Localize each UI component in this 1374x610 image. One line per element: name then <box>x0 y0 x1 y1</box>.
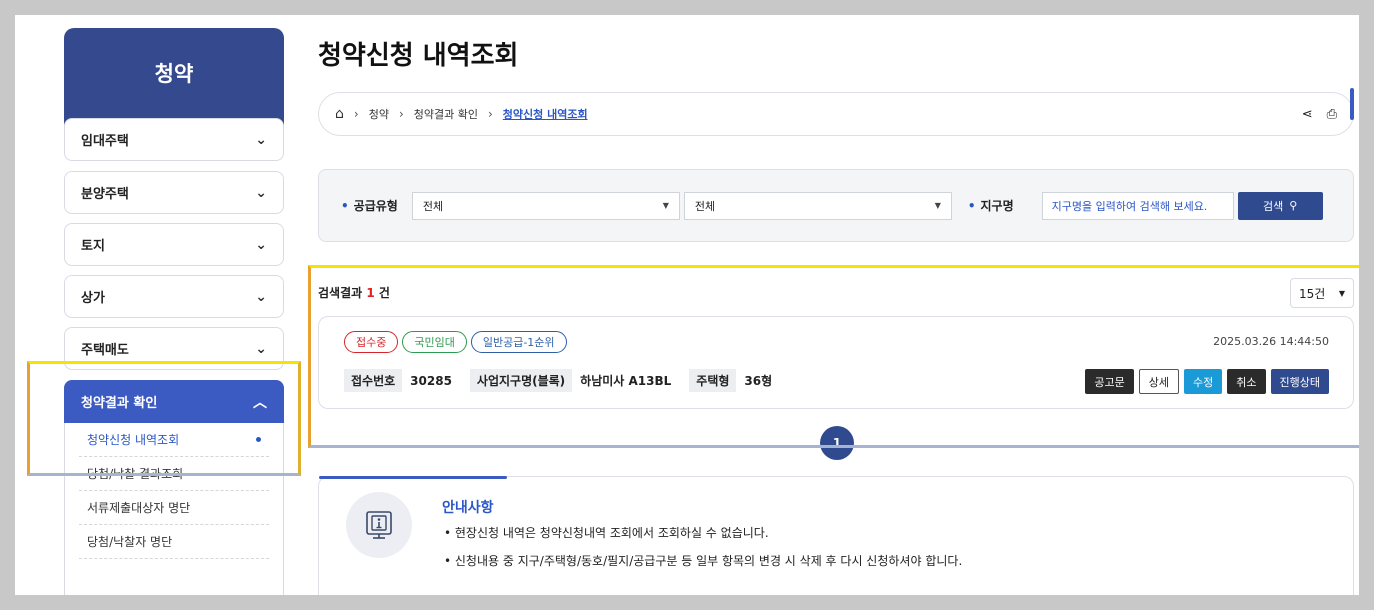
sidebar-item-label: 분양주택 <box>81 187 129 202</box>
submenu-item-winner-list[interactable]: 당첨/낙찰자 명단 <box>79 525 269 559</box>
breadcrumb-item[interactable]: 청약결과 확인 <box>414 106 478 122</box>
field-label: 접수번호 <box>344 369 403 392</box>
chevron-right-icon: › <box>487 107 493 121</box>
submenu-item-label: 서류제출대상자 명단 <box>87 501 191 515</box>
sidebar-item-commercial[interactable]: 상가 ⌄ <box>64 275 284 318</box>
dropdown-arrow-icon: ▼ <box>662 201 669 210</box>
home-icon[interactable]: ⌂ <box>335 106 344 122</box>
page-frame: 청약 임대주택 ⌄ 분양주택 ⌄ 토지 ⌄ 상가 ⌄ 주택매도 ⌄ 청약결과 확… <box>15 15 1359 595</box>
chevron-down-icon: ⌄ <box>255 288 267 305</box>
submenu-item-label: 당첨/낙찰자 명단 <box>87 535 173 549</box>
chevron-down-icon: ⌄ <box>255 131 267 148</box>
submenu-item-winning-results[interactable]: 당첨/낙찰 결과조회 <box>79 457 269 491</box>
field-label: 주택형 <box>689 369 737 392</box>
type-badge: 국민임대 <box>402 331 467 353</box>
search-filter: • 공급유형 전체 ▼ 전체 ▼ • 지구명 지구명을 입력하여 검색해 보세요. … <box>318 169 1354 242</box>
notice-title: 안내사항 <box>442 500 494 516</box>
per-page-select[interactable]: 15건 ▼ <box>1290 278 1354 308</box>
supply-type-label: • 공급유형 <box>341 198 398 214</box>
side-tab-indicator <box>1350 88 1354 120</box>
sidebar-item-label: 토지 <box>81 239 105 254</box>
sidebar-title: 청약 <box>64 28 284 128</box>
supply-subtype-select[interactable]: 전체 ▼ <box>683 191 952 220</box>
info-kiosk-icon <box>346 492 412 558</box>
timestamp: 2025.03.26 14:44:50 <box>1213 335 1329 348</box>
chevron-down-icon: ⌄ <box>255 236 267 253</box>
sidebar-item-label: 상가 <box>81 291 105 306</box>
print-icon[interactable]: ⎙ <box>1327 107 1337 122</box>
breadcrumb-current[interactable]: 청약신청 내역조회 <box>503 106 588 122</box>
progress-status-button[interactable]: 진행상태 <box>1270 369 1329 394</box>
sidebar-item-housing-sale[interactable]: 주택매도 ⌄ <box>64 327 284 370</box>
field-value: 36형 <box>744 374 773 388</box>
chevron-down-icon: ⌄ <box>255 184 267 201</box>
sidebar-item-land[interactable]: 토지 ⌄ <box>64 223 284 266</box>
result-label: 검색결과 <box>318 286 363 300</box>
field-value: 30285 <box>410 373 452 388</box>
page-title: 청약신청 내역조회 <box>318 41 519 71</box>
chevron-right-icon: › <box>398 107 404 121</box>
supply-type-select[interactable]: 전체 ▼ <box>411 191 680 220</box>
status-badge: 접수중 <box>344 331 399 353</box>
sidebar-item-label: 청약결과 확인 <box>81 396 158 411</box>
submenu-item-label: 당첨/낙찰 결과조회 <box>87 467 184 481</box>
field-label: 사업지구명(블록) <box>469 369 573 392</box>
dropdown-arrow-icon: ▼ <box>934 201 941 210</box>
notice-box: 안내사항 • 현장신청 내역은 청약신청내역 조회에서 조회하실 수 없습니다.… <box>318 476 1354 595</box>
notice-line: • 현장신청 내역은 청약신청내역 조회에서 조회하실 수 없습니다. <box>444 526 769 540</box>
application-card: 접수중 국민임대 일반공급-1순위 2025.03.26 14:44:50 접수… <box>318 316 1354 409</box>
district-search-input[interactable]: 지구명을 입력하여 검색해 보세요. <box>1041 191 1234 220</box>
sidebar-submenu: 청약신청 내역조회 당첨/낙찰 결과조회 서류제출대상자 명단 당첨/낙찰자 명… <box>64 423 284 595</box>
breadcrumb: ⌂ › 청약 › 청약결과 확인 › 청약신청 내역조회 ⋖ ⎙ <box>318 92 1354 136</box>
field-value: 하남미사 A13BL <box>580 374 672 388</box>
dropdown-arrow-icon: ▼ <box>1338 288 1345 298</box>
select-value: 전체 <box>694 199 716 213</box>
sidebar-item-rental-housing[interactable]: 임대주택 ⌄ <box>64 118 284 161</box>
result-number: 1 <box>366 286 375 300</box>
submenu-item-label: 청약신청 내역조회 <box>87 433 180 447</box>
sidebar-item-label: 임대주택 <box>81 134 129 149</box>
notice-doc-button[interactable]: 공고문 <box>1085 369 1134 394</box>
supply-badge: 일반공급-1순위 <box>470 331 567 353</box>
breadcrumb-item[interactable]: 청약 <box>369 106 389 122</box>
search-button[interactable]: 검색 ⚲ <box>1237 191 1323 220</box>
detail-button[interactable]: 상세 <box>1138 369 1180 394</box>
result-count: 검색결과 1 건 <box>318 284 390 301</box>
submenu-item-application-history[interactable]: 청약신청 내역조회 <box>79 423 269 457</box>
cancel-button[interactable]: 취소 <box>1227 369 1266 394</box>
search-icon: ⚲ <box>1289 199 1298 212</box>
card-info-row: 접수번호 30285 사업지구명(블록) 하남미사 A13BL 주택형 36형 <box>344 369 790 392</box>
submenu-item-document-list[interactable]: 서류제출대상자 명단 <box>79 491 269 525</box>
notice-line: • 신청내용 중 지구/주택형/동호/필지/공급구분 등 일부 항목의 변경 시… <box>444 554 963 568</box>
search-button-label: 검색 <box>1262 199 1284 213</box>
sidebar-item-sale-housing[interactable]: 분양주택 ⌄ <box>64 171 284 214</box>
sidebar-item-label: 주택매도 <box>81 343 129 358</box>
select-value: 전체 <box>422 199 444 213</box>
per-page-value: 15건 <box>1299 286 1326 301</box>
active-dot-icon <box>256 437 261 442</box>
district-label: • 지구명 <box>967 198 1014 214</box>
share-icon[interactable]: ⋖ <box>1302 107 1313 122</box>
notice-accent-bar <box>319 476 507 479</box>
sidebar-item-result-check[interactable]: 청약결과 확인 ︿ <box>64 380 284 423</box>
result-unit: 건 <box>378 286 390 300</box>
search-placeholder: 지구명을 입력하여 검색해 보세요. <box>1051 199 1208 213</box>
chevron-right-icon: › <box>353 107 359 121</box>
chevron-up-icon: ︿ <box>253 394 267 411</box>
chevron-down-icon: ⌄ <box>255 340 267 357</box>
edit-button[interactable]: 수정 <box>1184 369 1223 394</box>
pagination-current[interactable]: 1 <box>820 426 854 460</box>
